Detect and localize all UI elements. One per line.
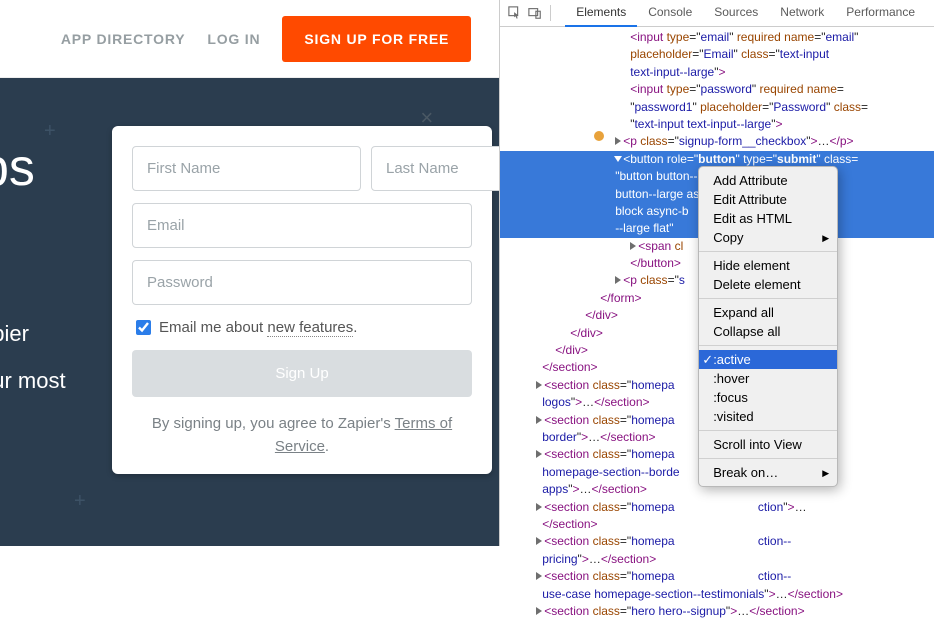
cm-add-attribute[interactable]: Add Attribute (699, 171, 837, 190)
tab-sources[interactable]: Sources (703, 0, 769, 27)
new-features-link[interactable]: new features (267, 319, 353, 337)
plus-icon: + (44, 120, 56, 143)
cm-focus[interactable]: :focus (699, 388, 837, 407)
cm-hide-element[interactable]: Hide element (699, 256, 837, 275)
tab-console[interactable]: Console (637, 0, 703, 27)
signup-form: Email me about new features. Sign Up By … (112, 126, 492, 474)
newsletter-row[interactable]: Email me about new features. (136, 319, 472, 336)
cm-sep (699, 298, 837, 299)
cm-hover[interactable]: :hover (699, 369, 837, 388)
devtools-tabs: Elements Console Sources Network Perform… (565, 0, 926, 27)
devtools-toolbar: Elements Console Sources Network Perform… (500, 0, 934, 27)
cm-sep (699, 251, 837, 252)
email-input[interactable] (132, 203, 472, 248)
sign-up-free-button[interactable]: SIGN UP FOR FREE (282, 16, 471, 62)
first-name-input[interactable] (132, 146, 361, 191)
cm-active[interactable]: :active (699, 350, 837, 369)
hero-title-partial: ps (0, 138, 35, 198)
cm-sep (699, 345, 837, 346)
hero-sub2-partial: our most (0, 368, 66, 394)
hero-text: ps apier our most (0, 138, 35, 198)
devtools-panel: Elements Console Sources Network Perform… (499, 0, 934, 546)
cm-copy[interactable]: Copy (699, 228, 837, 247)
cm-edit-attribute[interactable]: Edit Attribute (699, 190, 837, 209)
cm-expand-all[interactable]: Expand all (699, 303, 837, 322)
tab-network[interactable]: Network (769, 0, 835, 27)
newsletter-label: Email me about (159, 319, 267, 336)
topbar: APP DIRECTORY LOG IN SIGN UP FOR FREE (0, 0, 499, 78)
log-in-link[interactable]: LOG IN (207, 31, 260, 47)
cm-delete-element[interactable]: Delete element (699, 275, 837, 294)
cm-edit-as-html[interactable]: Edit as HTML (699, 209, 837, 228)
device-icon[interactable] (528, 6, 542, 20)
cm-sep (699, 430, 837, 431)
sign-up-button[interactable]: Sign Up (132, 350, 472, 397)
context-menu: Add Attribute Edit Attribute Edit as HTM… (698, 166, 838, 487)
newsletter-checkbox[interactable] (136, 320, 151, 335)
app-directory-link[interactable]: APP DIRECTORY (61, 31, 186, 47)
cm-scroll-into-view[interactable]: Scroll into View (699, 435, 837, 454)
cm-break-on[interactable]: Break on… (699, 463, 837, 482)
inspect-icon[interactable] (508, 6, 522, 20)
terms-text: By signing up, you agree to Zapier's Ter… (132, 413, 472, 458)
password-input[interactable] (132, 260, 472, 305)
tab-performance[interactable]: Performance (835, 0, 926, 27)
cm-visited[interactable]: :visited (699, 407, 837, 426)
cm-sep (699, 458, 837, 459)
tab-elements[interactable]: Elements (565, 0, 637, 27)
hero-sub1-partial: apier (0, 321, 29, 347)
plus-icon: + (74, 490, 86, 513)
cm-collapse-all[interactable]: Collapse all (699, 322, 837, 341)
